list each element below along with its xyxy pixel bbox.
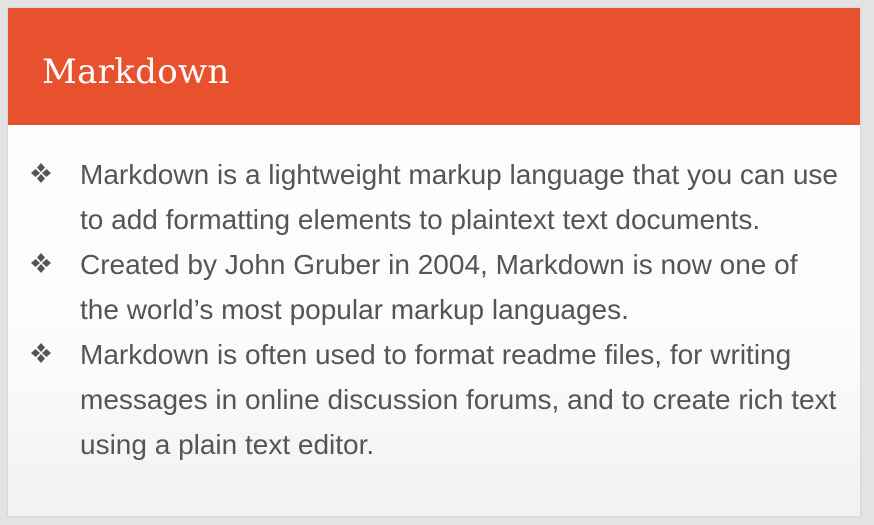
bullet-list: Markdown is a lightweight markup languag… <box>8 152 860 467</box>
bullet-text: Markdown is a lightweight markup languag… <box>80 159 838 235</box>
bullet-text: Markdown is often used to format readme … <box>80 339 837 460</box>
slide-title: Markdown <box>42 52 230 92</box>
slide: Markdown Markdown is a lightweight marku… <box>8 8 860 516</box>
title-bar: Markdown <box>8 8 860 125</box>
four-diamond-bullet-icon <box>31 163 51 183</box>
bullet-item: Markdown is often used to format readme … <box>8 332 860 467</box>
four-diamond-bullet-icon <box>31 343 51 363</box>
four-diamond-bullet-icon <box>31 253 51 273</box>
bullet-text: Created by John Gruber in 2004, Markdown… <box>80 249 798 325</box>
bullet-item: Markdown is a lightweight markup languag… <box>8 152 860 242</box>
bullet-item: Created by John Gruber in 2004, Markdown… <box>8 242 860 332</box>
